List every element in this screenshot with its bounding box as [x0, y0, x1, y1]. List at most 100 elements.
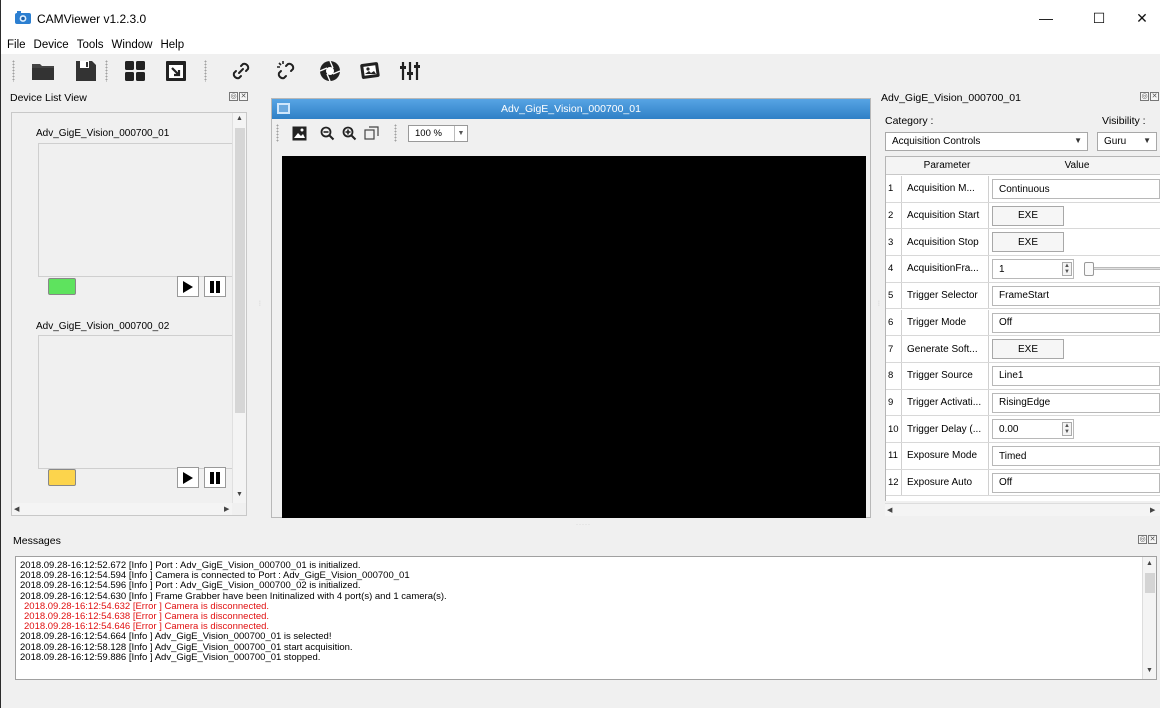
- grid-layout-icon: [125, 61, 145, 81]
- right-splitter[interactable]: ⋮: [876, 300, 883, 307]
- image-icon[interactable]: [292, 126, 307, 141]
- zoom-in-icon[interactable]: [342, 126, 357, 141]
- menu-device[interactable]: Device: [34, 39, 69, 51]
- close-panel-icon[interactable]: ✕: [1148, 535, 1157, 544]
- parameter-name: Acquisition Start: [903, 202, 989, 229]
- scroll-left-icon[interactable]: ◀: [887, 506, 892, 514]
- video-toolbar-grip-2[interactable]: [394, 124, 397, 142]
- parameter-row[interactable]: 8 Trigger Source Line1: [886, 362, 1160, 390]
- device-play-button-2[interactable]: [177, 467, 199, 488]
- menu-file[interactable]: File: [7, 39, 26, 51]
- visibility-select[interactable]: Guru ▼: [1097, 132, 1157, 151]
- video-title-bar[interactable]: Adv_GigE_Vision_000700_01: [272, 99, 870, 119]
- parameter-row[interactable]: 7 Generate Soft... EXE: [886, 336, 1160, 363]
- device-name-1[interactable]: Adv_GigE_Vision_000700_01: [36, 128, 169, 139]
- execute-button[interactable]: EXE: [992, 339, 1064, 360]
- save-button[interactable]: [73, 59, 99, 83]
- parameter-value-select[interactable]: Continuous: [992, 179, 1160, 199]
- open-button[interactable]: [30, 59, 56, 83]
- bottom-splitter[interactable]: ·····: [576, 522, 591, 528]
- category-label: Category :: [885, 115, 934, 127]
- menu-tools[interactable]: Tools: [77, 39, 104, 51]
- disconnect-button[interactable]: [273, 59, 299, 83]
- menu-window[interactable]: Window: [112, 39, 153, 51]
- device-list-title: Device List View: [10, 92, 87, 104]
- message-log[interactable]: 2018.09.28-16:12:52.672 [Info ] Port : A…: [15, 556, 1157, 680]
- device-name-2[interactable]: Adv_GigE_Vision_000700_02: [36, 321, 169, 332]
- execute-button[interactable]: EXE: [992, 232, 1064, 253]
- toolbar-grip-2[interactable]: [105, 60, 108, 82]
- parameter-row[interactable]: 5 Trigger Selector FrameStart: [886, 282, 1160, 310]
- chevron-down-icon[interactable]: ▼: [454, 126, 467, 141]
- scroll-thumb[interactable]: [1145, 573, 1155, 593]
- param-hscrollbar[interactable]: ◀ ▶: [885, 503, 1160, 516]
- scroll-down-icon[interactable]: ▼: [1146, 667, 1153, 674]
- settings-button[interactable]: [397, 59, 423, 83]
- minimize-button[interactable]: —: [1023, 0, 1069, 36]
- toolbar-grip[interactable]: [12, 60, 15, 82]
- parameter-slider-track[interactable]: [1092, 267, 1160, 271]
- zoom-select[interactable]: 100 % ▼: [408, 125, 468, 142]
- parameter-row[interactable]: 10 Trigger Delay (... 0.00 ▲ ▼: [886, 416, 1160, 443]
- maximize-button[interactable]: ☐: [1076, 0, 1122, 36]
- device-preview-1[interactable]: [38, 143, 238, 277]
- video-canvas[interactable]: [282, 156, 866, 518]
- parameter-row[interactable]: 11 Exposure Mode Timed: [886, 443, 1160, 470]
- parameter-value-select[interactable]: Line1: [992, 365, 1160, 386]
- close-panel-icon[interactable]: ✕: [239, 92, 248, 101]
- parameter-spinbox[interactable]: 1 ▲ ▼: [992, 259, 1074, 280]
- toolbar-grip-3[interactable]: [204, 60, 207, 82]
- menu-help[interactable]: Help: [160, 39, 184, 51]
- video-toolbar-grip[interactable]: [276, 124, 279, 142]
- device-list-vscrollbar[interactable]: ▲ ▼: [232, 113, 246, 503]
- parameter-row[interactable]: 1 Acquisition M... Continuous: [886, 176, 1160, 203]
- scroll-right-icon[interactable]: ▶: [224, 505, 229, 513]
- scroll-thumb[interactable]: [235, 128, 245, 413]
- scroll-right-icon[interactable]: ▶: [1150, 506, 1155, 514]
- parameter-row[interactable]: 9 Trigger Activati... RisingEdge: [886, 389, 1160, 417]
- device-preview-2[interactable]: [38, 335, 238, 469]
- export-button[interactable]: [163, 59, 189, 83]
- float-panel-icon[interactable]: ◎: [229, 92, 238, 101]
- scroll-left-icon[interactable]: ◀: [14, 505, 19, 513]
- category-select[interactable]: Acquisition Controls ▼: [885, 132, 1088, 151]
- spin-arrows-icon[interactable]: ▲ ▼: [1062, 262, 1072, 277]
- zoom-out-icon[interactable]: [320, 126, 335, 141]
- device-play-button-1[interactable]: [177, 276, 199, 297]
- parameter-row[interactable]: 4 AcquisitionFra... 1 ▲ ▼: [886, 256, 1160, 283]
- device-pause-button-1[interactable]: [204, 276, 226, 297]
- close-panel-icon[interactable]: ✕: [1150, 92, 1159, 101]
- scroll-up-icon[interactable]: ▲: [1146, 560, 1153, 567]
- parameter-spinbox[interactable]: 0.00 ▲ ▼: [992, 419, 1074, 440]
- close-button[interactable]: ✕: [1119, 0, 1160, 36]
- column-value[interactable]: Value: [992, 160, 1160, 171]
- left-splitter[interactable]: ⋮: [257, 300, 264, 307]
- aperture-icon: [319, 60, 341, 82]
- column-parameter[interactable]: Parameter: [903, 160, 991, 171]
- parameter-value-select[interactable]: Timed: [992, 446, 1160, 466]
- parameter-row[interactable]: 6 Trigger Mode Off: [886, 309, 1160, 337]
- device-list-hscrollbar[interactable]: ◀ ▶: [12, 503, 232, 515]
- scroll-up-icon[interactable]: ▲: [236, 115, 243, 122]
- float-panel-icon[interactable]: ◎: [1140, 92, 1149, 101]
- float-panel-icon[interactable]: ◎: [1138, 535, 1147, 544]
- parameter-row[interactable]: 12 Exposure Auto Off: [886, 469, 1160, 497]
- parameter-value-select[interactable]: FrameStart: [992, 285, 1160, 306]
- message-line: 2018.09.28-16:12:54.664 [Info ] Adv_GigE…: [20, 631, 332, 643]
- parameter-value-select[interactable]: Off: [992, 472, 1160, 493]
- parameter-row[interactable]: 2 Acquisition Start EXE: [886, 202, 1160, 230]
- acquire-button[interactable]: [317, 59, 343, 83]
- snapshot-button[interactable]: [357, 59, 383, 83]
- parameter-slider-handle[interactable]: [1084, 262, 1094, 277]
- layout-button[interactable]: [122, 59, 148, 83]
- parameter-row[interactable]: 3 Acquisition Stop EXE: [886, 229, 1160, 257]
- scroll-down-icon[interactable]: ▼: [236, 491, 243, 498]
- spin-arrows-icon[interactable]: ▲ ▼: [1062, 422, 1072, 437]
- message-vscrollbar[interactable]: ▲ ▼: [1142, 557, 1156, 679]
- execute-button[interactable]: EXE: [992, 205, 1064, 226]
- parameter-value-select[interactable]: Off: [992, 312, 1160, 333]
- device-pause-button-2[interactable]: [204, 467, 226, 488]
- parameter-value-select[interactable]: RisingEdge: [992, 392, 1160, 413]
- connect-button[interactable]: [228, 59, 254, 83]
- fit-window-icon[interactable]: [364, 126, 379, 141]
